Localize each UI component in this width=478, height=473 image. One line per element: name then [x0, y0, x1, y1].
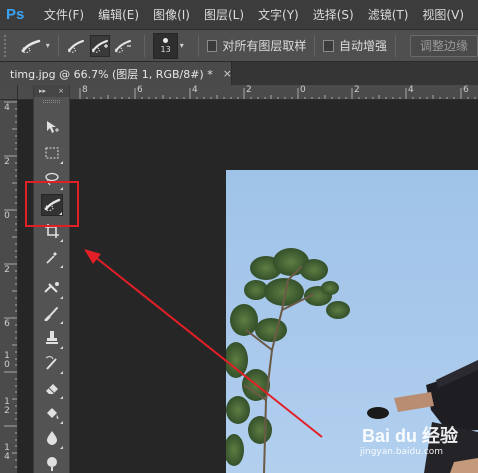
annotation-arrow	[84, 249, 323, 438]
photoshop-window: Ps 文件(F) 编辑(E) 图像(I) 图层(L) 文字(Y) 选择(S) 滤…	[0, 0, 478, 473]
